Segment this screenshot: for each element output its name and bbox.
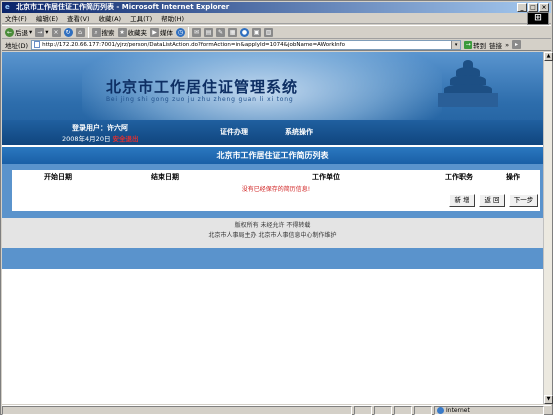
temple-of-heaven-icon (433, 58, 503, 108)
col-start-date: 开始日期 (44, 173, 72, 181)
menu-file[interactable]: 文件(F) (5, 13, 27, 23)
windows-logo-icon: ⊞ (527, 12, 549, 25)
globe-icon (437, 407, 444, 414)
title-bar: e 北京市工作居住证工作简历列表 - Microsoft Internet Ex… (2, 2, 551, 13)
col-actions: 操作 (506, 173, 520, 181)
search-icon: ⌕ (91, 27, 101, 37)
go-button[interactable]: → 转到 (464, 40, 486, 50)
links-extra-icon[interactable]: ▸ (512, 40, 522, 49)
return-button[interactable]: 返 回 (479, 194, 505, 207)
media-label: 媒体 (160, 29, 174, 37)
table-header: 开始日期 结束日期 工作单位 工作职务 操作 (12, 170, 540, 182)
address-dropdown-icon[interactable]: ▾ (451, 40, 461, 49)
copyright-text: 版权所有 未经允许 不得转载 (234, 222, 311, 229)
nav-certificate[interactable]: 证件办理 (220, 127, 248, 137)
system-title: 北京市工作居住证管理系统 (106, 78, 299, 96)
search-label: 搜索 (101, 29, 115, 37)
maximize-button[interactable]: □ (528, 3, 538, 12)
col-end-date: 结束日期 (151, 173, 179, 181)
add-button[interactable]: 新 增 (449, 194, 475, 207)
col-employer: 工作单位 (312, 173, 340, 181)
favorites-button[interactable]: ★ 收藏夹 (117, 27, 148, 37)
edit-icon[interactable]: ✎ (216, 27, 226, 37)
research-icon[interactable]: ▣ (252, 27, 262, 37)
address-label: 地址(D) (5, 41, 29, 50)
nav-system[interactable]: 系统操作 (285, 127, 313, 137)
favorites-label: 收藏夹 (127, 29, 148, 37)
menu-bar: 文件(F) 编辑(E) 查看(V) 收藏(A) 工具(T) 帮助(H) (2, 13, 551, 24)
system-title-pinyin: Bei jing shi gong zuo ju zhu zheng guan … (106, 96, 294, 103)
ie-logo-icon: e (5, 3, 10, 11)
history-icon[interactable]: ◷ (176, 27, 186, 37)
back-label: 后退 (15, 29, 28, 37)
status-text (2, 406, 352, 415)
close-button[interactable]: × (539, 3, 549, 12)
refresh-icon[interactable]: ↻ (63, 27, 73, 37)
work-history-table: 开始日期 结束日期 工作单位 工作职务 操作 没有已经保存的简历信息! (12, 170, 540, 194)
address-input[interactable]: http://172.20.66.177:7001/yjrz/person/Da… (31, 39, 462, 50)
menu-tools[interactable]: 工具(T) (130, 13, 152, 23)
toolbar: ← 后退 ▾ → ▾ × ↻ ⌂ ⌕ 搜索 ★ 收藏夹 ▶ 媒体 ◷ ✉ ▤ ✎… (2, 25, 551, 39)
chevron-down-icon: ▾ (29, 28, 33, 36)
empty-message: 没有已经保存的简历信息! (241, 186, 311, 193)
page-viewport: 北京市工作居住证管理系统 Bei jing shi gong zuo ju zh… (2, 52, 543, 404)
forward-arrow-icon: → (35, 27, 45, 37)
messenger-icon[interactable]: ● (240, 27, 250, 37)
print-icon[interactable]: ▤ (204, 27, 214, 37)
go-arrow-icon: → (464, 40, 473, 49)
col-position: 工作职务 (445, 173, 473, 181)
footer: 版权所有 未经允许 不得转载 北京市人事局主办 北京市人事信息中心制作维护 (2, 218, 543, 248)
address-bar: 地址(D) http://172.20.66.177:7001/yjrz/per… (2, 39, 551, 51)
mail-icon[interactable]: ✉ (192, 27, 202, 37)
vertical-scrollbar[interactable]: ▲ ▼ (543, 52, 553, 404)
chevron-down-icon: ▾ (45, 28, 49, 36)
links-chevron-icon[interactable]: » (505, 41, 509, 49)
security-zone: Internet (434, 406, 544, 415)
media-icon: ▶ (150, 27, 160, 37)
logout-link[interactable]: 安全退出 (113, 135, 139, 143)
go-label: 转到 (473, 41, 487, 50)
scroll-down-icon[interactable]: ▼ (544, 395, 553, 404)
star-icon: ★ (117, 27, 127, 37)
forward-button[interactable]: → ▾ (35, 27, 49, 37)
minimize-button[interactable]: _ (517, 3, 527, 12)
button-area: 新 增 返 回 下一步 (12, 194, 540, 211)
banner: 北京市工作居住证管理系统 Bei jing shi gong zuo ju zh… (2, 52, 543, 145)
back-arrow-icon: ← (5, 27, 14, 37)
login-user: 登录用户：许六阿 (72, 124, 128, 132)
search-button[interactable]: ⌕ 搜索 (91, 27, 115, 37)
menu-favorites[interactable]: 收藏(A) (99, 13, 122, 23)
home-icon[interactable]: ⌂ (75, 27, 85, 37)
discuss-icon[interactable]: ▦ (228, 27, 238, 37)
next-step-button[interactable]: 下一步 (509, 194, 538, 207)
browser-window: e 北京市工作居住证工作简历列表 - Microsoft Internet Ex… (0, 0, 553, 415)
back-button[interactable]: ← 后退 ▾ (5, 27, 32, 37)
scroll-up-icon[interactable]: ▲ (544, 52, 553, 61)
page-icon (34, 41, 41, 48)
menu-help[interactable]: 帮助(H) (161, 13, 184, 23)
links-button[interactable]: 链接 (489, 40, 502, 50)
sponsor-text: 北京市人事局主办 北京市人事信息中心制作维护 (208, 232, 337, 239)
media-button[interactable]: ▶ 媒体 (150, 27, 173, 37)
window-title: 北京市工作居住证工作简历列表 - Microsoft Internet Expl… (16, 3, 230, 11)
status-bar: Internet (2, 405, 551, 415)
menu-view[interactable]: 查看(V) (67, 13, 90, 23)
stop-icon[interactable]: × (51, 27, 61, 37)
toolbar-extra-icon[interactable]: ▧ (264, 27, 274, 37)
zone-label: Internet (446, 407, 470, 414)
page-title: 北京市工作居住证工作简历列表 (2, 147, 543, 164)
address-url: http://172.20.66.177:7001/yjrz/person/Da… (42, 41, 345, 48)
menu-edit[interactable]: 编辑(E) (36, 13, 58, 23)
login-date: 2008年4月20日 安全退出 (62, 135, 139, 143)
